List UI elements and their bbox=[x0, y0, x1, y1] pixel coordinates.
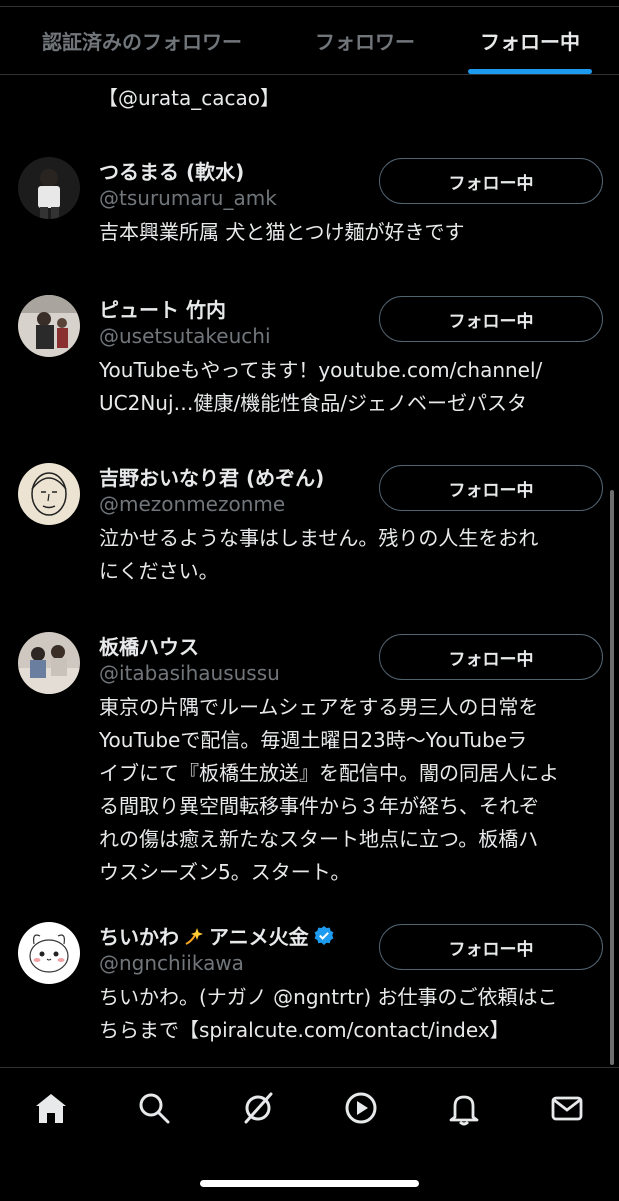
bio-line: ちらまで【spiralcute.com/contact/index】 bbox=[99, 1018, 510, 1042]
following-button[interactable]: フォロー中 bbox=[379, 296, 603, 342]
following-button[interactable]: フォロー中 bbox=[379, 465, 603, 511]
user-name-prefix: ちいかわ bbox=[99, 925, 179, 949]
tab-following[interactable]: フォロー中 bbox=[455, 6, 605, 74]
home-icon[interactable] bbox=[33, 1090, 69, 1126]
user-name-suffix: アニメ火金 bbox=[209, 925, 309, 949]
user-bio: 吉本興業所属 犬と猫とつけ麺が好きです bbox=[99, 216, 599, 249]
following-button[interactable]: フォロー中 bbox=[379, 924, 603, 970]
user-name: つるまる (軟水) bbox=[99, 160, 245, 184]
following-button[interactable]: フォロー中 bbox=[379, 634, 603, 680]
active-tab-indicator bbox=[468, 69, 592, 74]
dizzy-sparkle-icon bbox=[185, 927, 203, 945]
bio-line: にください。 bbox=[99, 559, 219, 583]
avatar[interactable] bbox=[18, 157, 80, 219]
bio-line: れの傷は癒え新たなスタート地点に立つ。板橋ハ bbox=[99, 827, 539, 851]
user-name: 板橋ハウス bbox=[99, 635, 199, 659]
bio-line: YouTubeもやってます！youtube.com/channel/ bbox=[99, 358, 543, 382]
bio-line: る間取り異空間転移事件から３年が経ち、それぞ bbox=[99, 794, 539, 818]
user-bio: YouTubeもやってます！youtube.com/channel/ UC2Nu… bbox=[99, 354, 599, 420]
avatar[interactable] bbox=[18, 632, 80, 694]
user-bio: 東京の片隅でルームシェアをする男三人の日常を YouTubeで配信。毎週土曜日2… bbox=[99, 691, 599, 889]
tab-bar: 認証済みのフォロワー フォロワー フォロー中 bbox=[0, 6, 619, 75]
notifications-icon[interactable] bbox=[446, 1090, 482, 1126]
messages-icon[interactable] bbox=[549, 1090, 585, 1126]
bio-line: YouTubeで配信。毎週土曜日23時〜YouTubeラ bbox=[99, 728, 528, 752]
grok-icon[interactable] bbox=[240, 1090, 276, 1126]
previous-bio-tail: 【@urata_cacao】 bbox=[98, 86, 280, 110]
user-handle: @itabasihausussu bbox=[99, 661, 280, 685]
user-name: 吉野おいなり君 (めぞん) bbox=[99, 466, 325, 490]
bio-line: ちいかわ。(ナガノ @ngntrtr) お仕事のご依頼はこ bbox=[99, 985, 558, 1009]
search-icon[interactable] bbox=[136, 1090, 172, 1126]
user-handle: @mezonmezonme bbox=[99, 492, 286, 516]
bio-line: UC2Nuj…健康/機能性食品/ジェノベーゼパスタ bbox=[99, 391, 527, 415]
bio-line: 泣かせるような事はしません。残りの人生をおれ bbox=[99, 526, 539, 550]
user-handle: @tsurumaru_amk bbox=[99, 186, 277, 210]
user-name: ちいかわ アニメ火金 bbox=[99, 921, 335, 950]
avatar[interactable] bbox=[18, 463, 80, 525]
user-handle: @usetsutakeuchi bbox=[99, 324, 271, 348]
scrollbar[interactable] bbox=[610, 490, 614, 1065]
following-button[interactable]: フォロー中 bbox=[379, 158, 603, 204]
bio-line: 吉本興業所属 犬と猫とつけ麺が好きです bbox=[99, 220, 465, 244]
play-icon[interactable] bbox=[343, 1090, 379, 1126]
home-indicator[interactable] bbox=[200, 1180, 419, 1187]
bio-line: 東京の片隅でルームシェアをする男三人の日常を bbox=[99, 695, 539, 719]
bio-line: ウスシーズン5。スタート。 bbox=[99, 860, 351, 884]
user-bio: ちいかわ。(ナガノ @ngntrtr) お仕事のご依頼はこ ちらまで【spira… bbox=[99, 981, 599, 1047]
user-bio: 泣かせるような事はしません。残りの人生をおれ にください。 bbox=[99, 522, 599, 588]
tab-followers[interactable]: フォロワー bbox=[290, 6, 440, 74]
verified-badge-icon[interactable] bbox=[313, 925, 335, 947]
avatar[interactable] bbox=[18, 295, 80, 357]
user-name: ピュート 竹内 bbox=[99, 298, 226, 322]
user-handle: @ngnchiikawa bbox=[99, 951, 244, 975]
bio-line: イブにて『板橋生放送』を配信中。闇の同居人によ bbox=[99, 761, 559, 785]
avatar[interactable] bbox=[18, 922, 80, 984]
tab-verified-followers[interactable]: 認証済みのフォロワー bbox=[14, 6, 270, 74]
